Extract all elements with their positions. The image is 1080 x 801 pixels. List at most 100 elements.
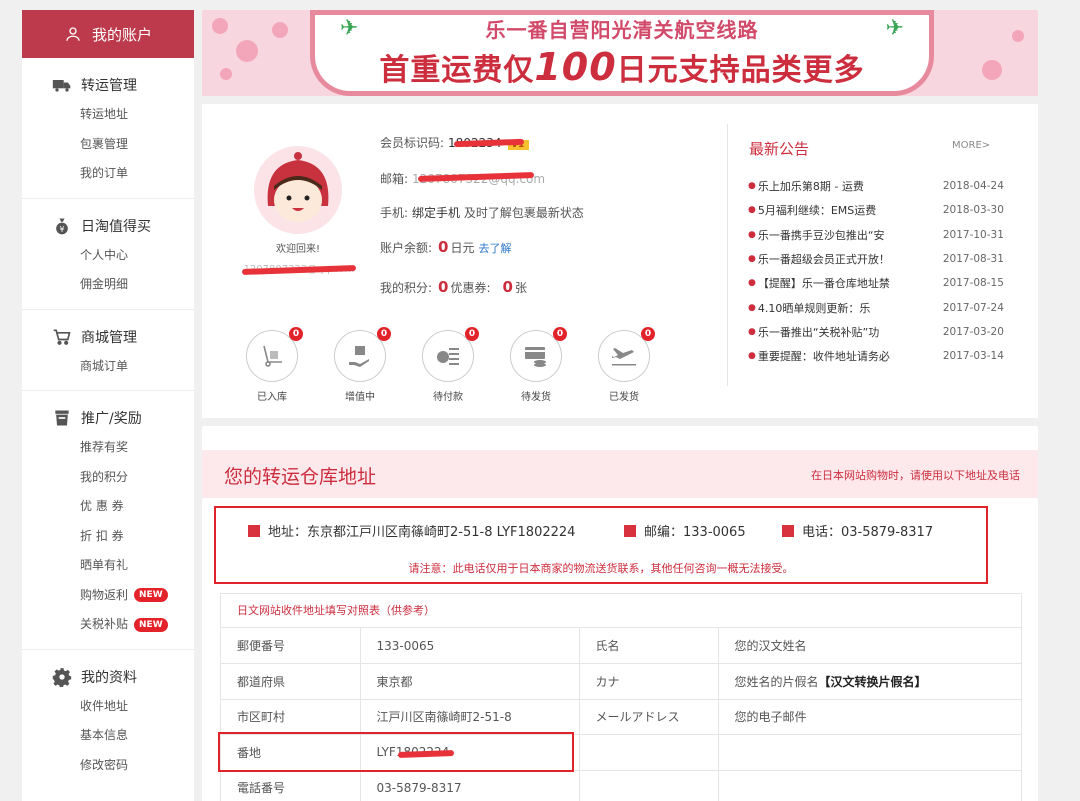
sidebar-item-my-points[interactable]: 我的积分 (22, 463, 194, 493)
warehouse-subtitle: 在日本网站购物时，请使用以下地址及电话 (811, 469, 1020, 482)
square-bullet-icon (624, 524, 636, 537)
account-panel: 欢迎回来! 1207807322@qq.com 会员标识码:1802234V1 … (202, 104, 1038, 418)
avatar-girl-icon (267, 152, 329, 222)
airplane-icon: ✈ (885, 16, 904, 41)
count-badge: 0 (641, 327, 655, 341)
notice-item[interactable]: ● 乐一番携手豆沙包推出“安 2017-10-31 (748, 223, 1024, 247)
sidebar-item-mall-orders[interactable]: 商城订单 (22, 352, 194, 382)
sidebar-item-receiver-address[interactable]: 收件地址 (22, 692, 194, 722)
sidebar-section-mall: 商城管理 商城订单 (22, 310, 194, 391)
notice-item[interactable]: ● 【提醒】乐一番仓库地址禁 2017-08-15 (748, 271, 1024, 295)
sidebar-section-title: ¥ 日淘值得买 (22, 211, 194, 241)
points-row: 我的积分: 0 优惠券: 0 张 (380, 278, 527, 296)
notice-item[interactable]: ● 重要提醒：收件地址请务必 2017-03-14 (748, 344, 1024, 368)
count-badge: 0 (553, 327, 567, 341)
banner-line2: 首重运费仅100日元支持品类更多 (379, 45, 865, 89)
learn-more-link[interactable]: 去了解 (479, 242, 512, 255)
avatar[interactable] (254, 146, 342, 234)
sidebar-item-commission[interactable]: 佣金明细 (22, 270, 194, 300)
table-row: 郵便番号 133-0065 氏名 您的汉文姓名 (221, 628, 1021, 664)
sidebar-section-deals: ¥ 日淘值得买 个人中心 佣金明细 (22, 199, 194, 310)
hand-package-icon (349, 346, 369, 367)
promo-banner[interactable]: ✈ ✈ 乐一番自营阳光清关航空线路 首重运费仅100日元支持品类更多 (202, 10, 1038, 96)
blossom-decoration (220, 68, 232, 80)
table-row: 市区町村 江戸川区南篠崎町2-51-8 メールアドレス 您的电子邮件 (221, 699, 1021, 735)
banner-line1: 乐一番自营阳光清关航空线路 (485, 18, 759, 42)
new-badge: NEW (134, 588, 168, 603)
address-box: 地址：东京都江戸川区南篠崎町2-51-8 LYF1802224 邮编：133-0… (214, 506, 988, 584)
reference-title: 日文网站收件地址填写对照表（供参考） (221, 594, 1021, 628)
sidebar-item-discount-coupons[interactable]: 折 扣 券 (22, 522, 194, 552)
sidebar-item-my-orders[interactable]: 我的订单 (22, 159, 194, 189)
phone-row: 手机: 绑定手机 及时了解包裹最新状态 (380, 206, 584, 220)
address-note: 请注意：此电话仅用于日本商家的物流送货联系，其他任何咨询一概无法接受。 (408, 562, 794, 575)
user-icon (66, 27, 80, 41)
sidebar-section-profile: 我的资料 收件地址 基本信息 修改密码 (22, 650, 194, 790)
tel-line[interactable]: 电话：03-5879-8317 (782, 521, 933, 540)
square-bullet-icon (248, 524, 260, 537)
count-badge: 0 (465, 327, 479, 341)
airplane-icon (612, 348, 636, 366)
sidebar-item-cashback[interactable]: 购物返利 NEW (22, 581, 194, 611)
sidebar-item-referral[interactable]: 推荐有奖 (22, 433, 194, 463)
sidebar-item-tax-subsidy[interactable]: 关税补贴 NEW (22, 610, 194, 640)
sidebar-item-review-gift[interactable]: 晒单有礼 (22, 551, 194, 581)
notice-item[interactable]: ● 乐一番推出“关税补贴”功 2017-03-20 (748, 320, 1024, 344)
warehouse-panel: 您的转运仓库地址 在日本网站购物时，请使用以下地址及电话 地址：东京都江戸川区南… (202, 426, 1038, 801)
stat-pending-payment[interactable]: 0 待付款 (418, 327, 479, 403)
sidebar-item-shipping-address[interactable]: 转运地址 (22, 100, 194, 130)
gear-icon (52, 667, 72, 687)
square-bullet-icon (782, 524, 794, 537)
notice-item[interactable]: ● 5月福利继续：EMS运费 2018-03-30 (748, 198, 1024, 222)
blossom-decoration (982, 60, 1002, 80)
banner-center: ✈ ✈ 乐一番自营阳光清关航空线路 首重运费仅100日元支持品类更多 (310, 10, 934, 96)
notice-list: ● 乐上加乐第8期 - 运费 2018-04-24 ● 5月福利继续：EMS运费 201… (748, 174, 1024, 368)
kana-convert-link[interactable]: 【汉文转换片假名】 (819, 675, 927, 689)
hand-truck-icon (263, 345, 282, 367)
svg-text:¥: ¥ (60, 224, 65, 233)
blossom-decoration (1012, 30, 1024, 42)
balance-row: 账户余额: 0 日元 去了解 (380, 238, 512, 256)
airplane-icon: ✈ (340, 16, 359, 41)
table-row: 電話番号 03-5879-8317 (221, 770, 1021, 801)
sidebar-item-basic-info[interactable]: 基本信息 (22, 721, 194, 751)
sidebar-section-title: 我的资料 (22, 662, 194, 692)
divider (727, 124, 728, 386)
payment-list-icon (437, 348, 459, 365)
blossom-decoration (272, 22, 288, 38)
notice-more-link[interactable]: MORE> (952, 140, 990, 151)
new-badge: NEW (134, 617, 168, 632)
points-value: 0 (438, 278, 449, 296)
sidebar-section-title: 商城管理 (22, 322, 194, 352)
highlight-box (218, 732, 574, 772)
stat-shipped[interactable]: 0 已发货 (594, 327, 655, 403)
sidebar-item-change-password[interactable]: 修改密码 (22, 751, 194, 781)
notice-item[interactable]: ● 乐一番超级会员正式开放！ 2017-08-31 (748, 247, 1024, 271)
address-line[interactable]: 地址：东京都江戸川区南篠崎町2-51-8 LYF1802224 (248, 521, 575, 540)
count-badge: 0 (377, 327, 391, 341)
sidebar-item-personal-center[interactable]: 个人中心 (22, 241, 194, 271)
card-coins-icon (525, 347, 546, 367)
sidebar-header[interactable]: 我的账户 (22, 10, 194, 58)
notice-item[interactable]: ● 4.10晒单规则更新：乐 2017-07-24 (748, 295, 1024, 319)
notice-title: 最新公告 (749, 140, 810, 158)
zip-line[interactable]: 邮编：133-0065 (624, 521, 746, 540)
trash-bin-icon (55, 410, 69, 426)
welcome-text: 欢迎回来! (275, 244, 320, 255)
stat-received[interactable]: 0 已入库 (242, 327, 303, 403)
sidebar-section-title: 推广/奖励 (22, 403, 194, 433)
notice-item[interactable]: ● 乐上加乐第8期 - 运费 2018-04-24 (748, 174, 1024, 198)
stat-pending-shipment[interactable]: 0 待发货 (506, 327, 567, 403)
sidebar: 我的账户 转运管理 转运地址 包裹管理 我的订单 ¥ 日淘值得买 个人中心 佣金… (22, 10, 194, 801)
stat-value-added[interactable]: 0 增值中 (330, 327, 391, 403)
bind-phone-link[interactable]: 绑定手机 (412, 206, 460, 220)
sidebar-item-coupons[interactable]: 优 惠 券 (22, 492, 194, 522)
truck-icon (52, 80, 71, 92)
sidebar-header-label: 我的账户 (91, 25, 152, 44)
balance-value: 0 (438, 238, 449, 256)
cart-icon (53, 329, 71, 345)
sidebar-item-package-manage[interactable]: 包裹管理 (22, 130, 194, 160)
sidebar-section-shipping: 转运管理 转运地址 包裹管理 我的订单 (22, 58, 194, 199)
blossom-decoration (236, 40, 258, 62)
warehouse-title: 您的转运仓库地址 (224, 466, 377, 488)
